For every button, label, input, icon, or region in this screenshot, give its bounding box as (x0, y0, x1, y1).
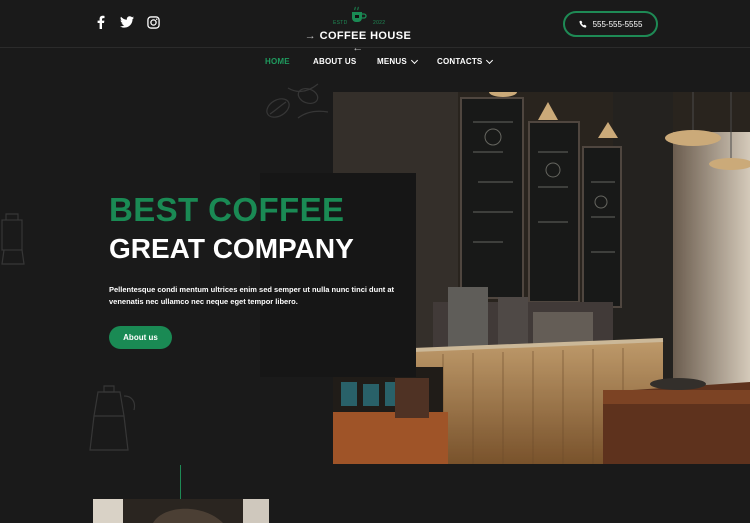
nav-menus-label: MENUS (377, 57, 407, 66)
chevron-down-icon (410, 56, 418, 64)
nav-about-label: ABOUT US (313, 57, 357, 66)
nav-menus[interactable]: MENUS (377, 56, 418, 66)
nav-home[interactable]: HOME (265, 57, 290, 66)
logo-name: COFFEE HOUSE (319, 30, 412, 42)
hero-title-line1: BEST COFFEE (109, 191, 345, 228)
phone-icon (579, 20, 587, 28)
hero-description: Pellentesque condi mentum ultrices enim … (109, 285, 395, 306)
logo-year: 2022 (373, 20, 386, 26)
nav-home-label: HOME (265, 57, 290, 66)
logo-right-arrow-icon: ← (352, 42, 364, 54)
phone-button[interactable]: 555-555-5555 (563, 11, 658, 37)
chevron-down-icon (486, 56, 494, 64)
logo-left-arrow-icon: → (304, 30, 320, 42)
section-divider-line (180, 465, 181, 499)
top-bar: ESTD 2022 → COFFEE HOUSE ← 555-555-5555 (0, 0, 750, 54)
phone-number: 555-555-5555 (592, 19, 643, 29)
facebook-icon[interactable] (94, 14, 108, 30)
nav-contacts-label: CONTACTS (437, 57, 483, 66)
site-logo[interactable]: ESTD 2022 → COFFEE HOUSE ← (300, 6, 416, 54)
main-nav: HOME ABOUT US MENUS CONTACTS (0, 56, 750, 69)
twitter-icon[interactable] (120, 14, 134, 30)
nav-contacts[interactable]: CONTACTS (437, 56, 494, 66)
logo-name-wrap: → COFFEE HOUSE ← (300, 30, 416, 54)
hero-title-line2: GREAT COMPANY (109, 233, 354, 264)
instagram-icon[interactable] (146, 14, 160, 30)
coffee-cup-logo-icon (352, 6, 367, 22)
moka-pot-doodle (89, 385, 136, 451)
social-links (94, 14, 160, 30)
next-section-image (93, 499, 269, 523)
nav-about-us[interactable]: ABOUT US (313, 57, 356, 66)
grinder-doodle (1, 213, 25, 265)
logo-estd: ESTD (333, 20, 348, 26)
about-us-button[interactable]: About us (109, 326, 172, 349)
coffee-beans-doodle (266, 83, 329, 119)
